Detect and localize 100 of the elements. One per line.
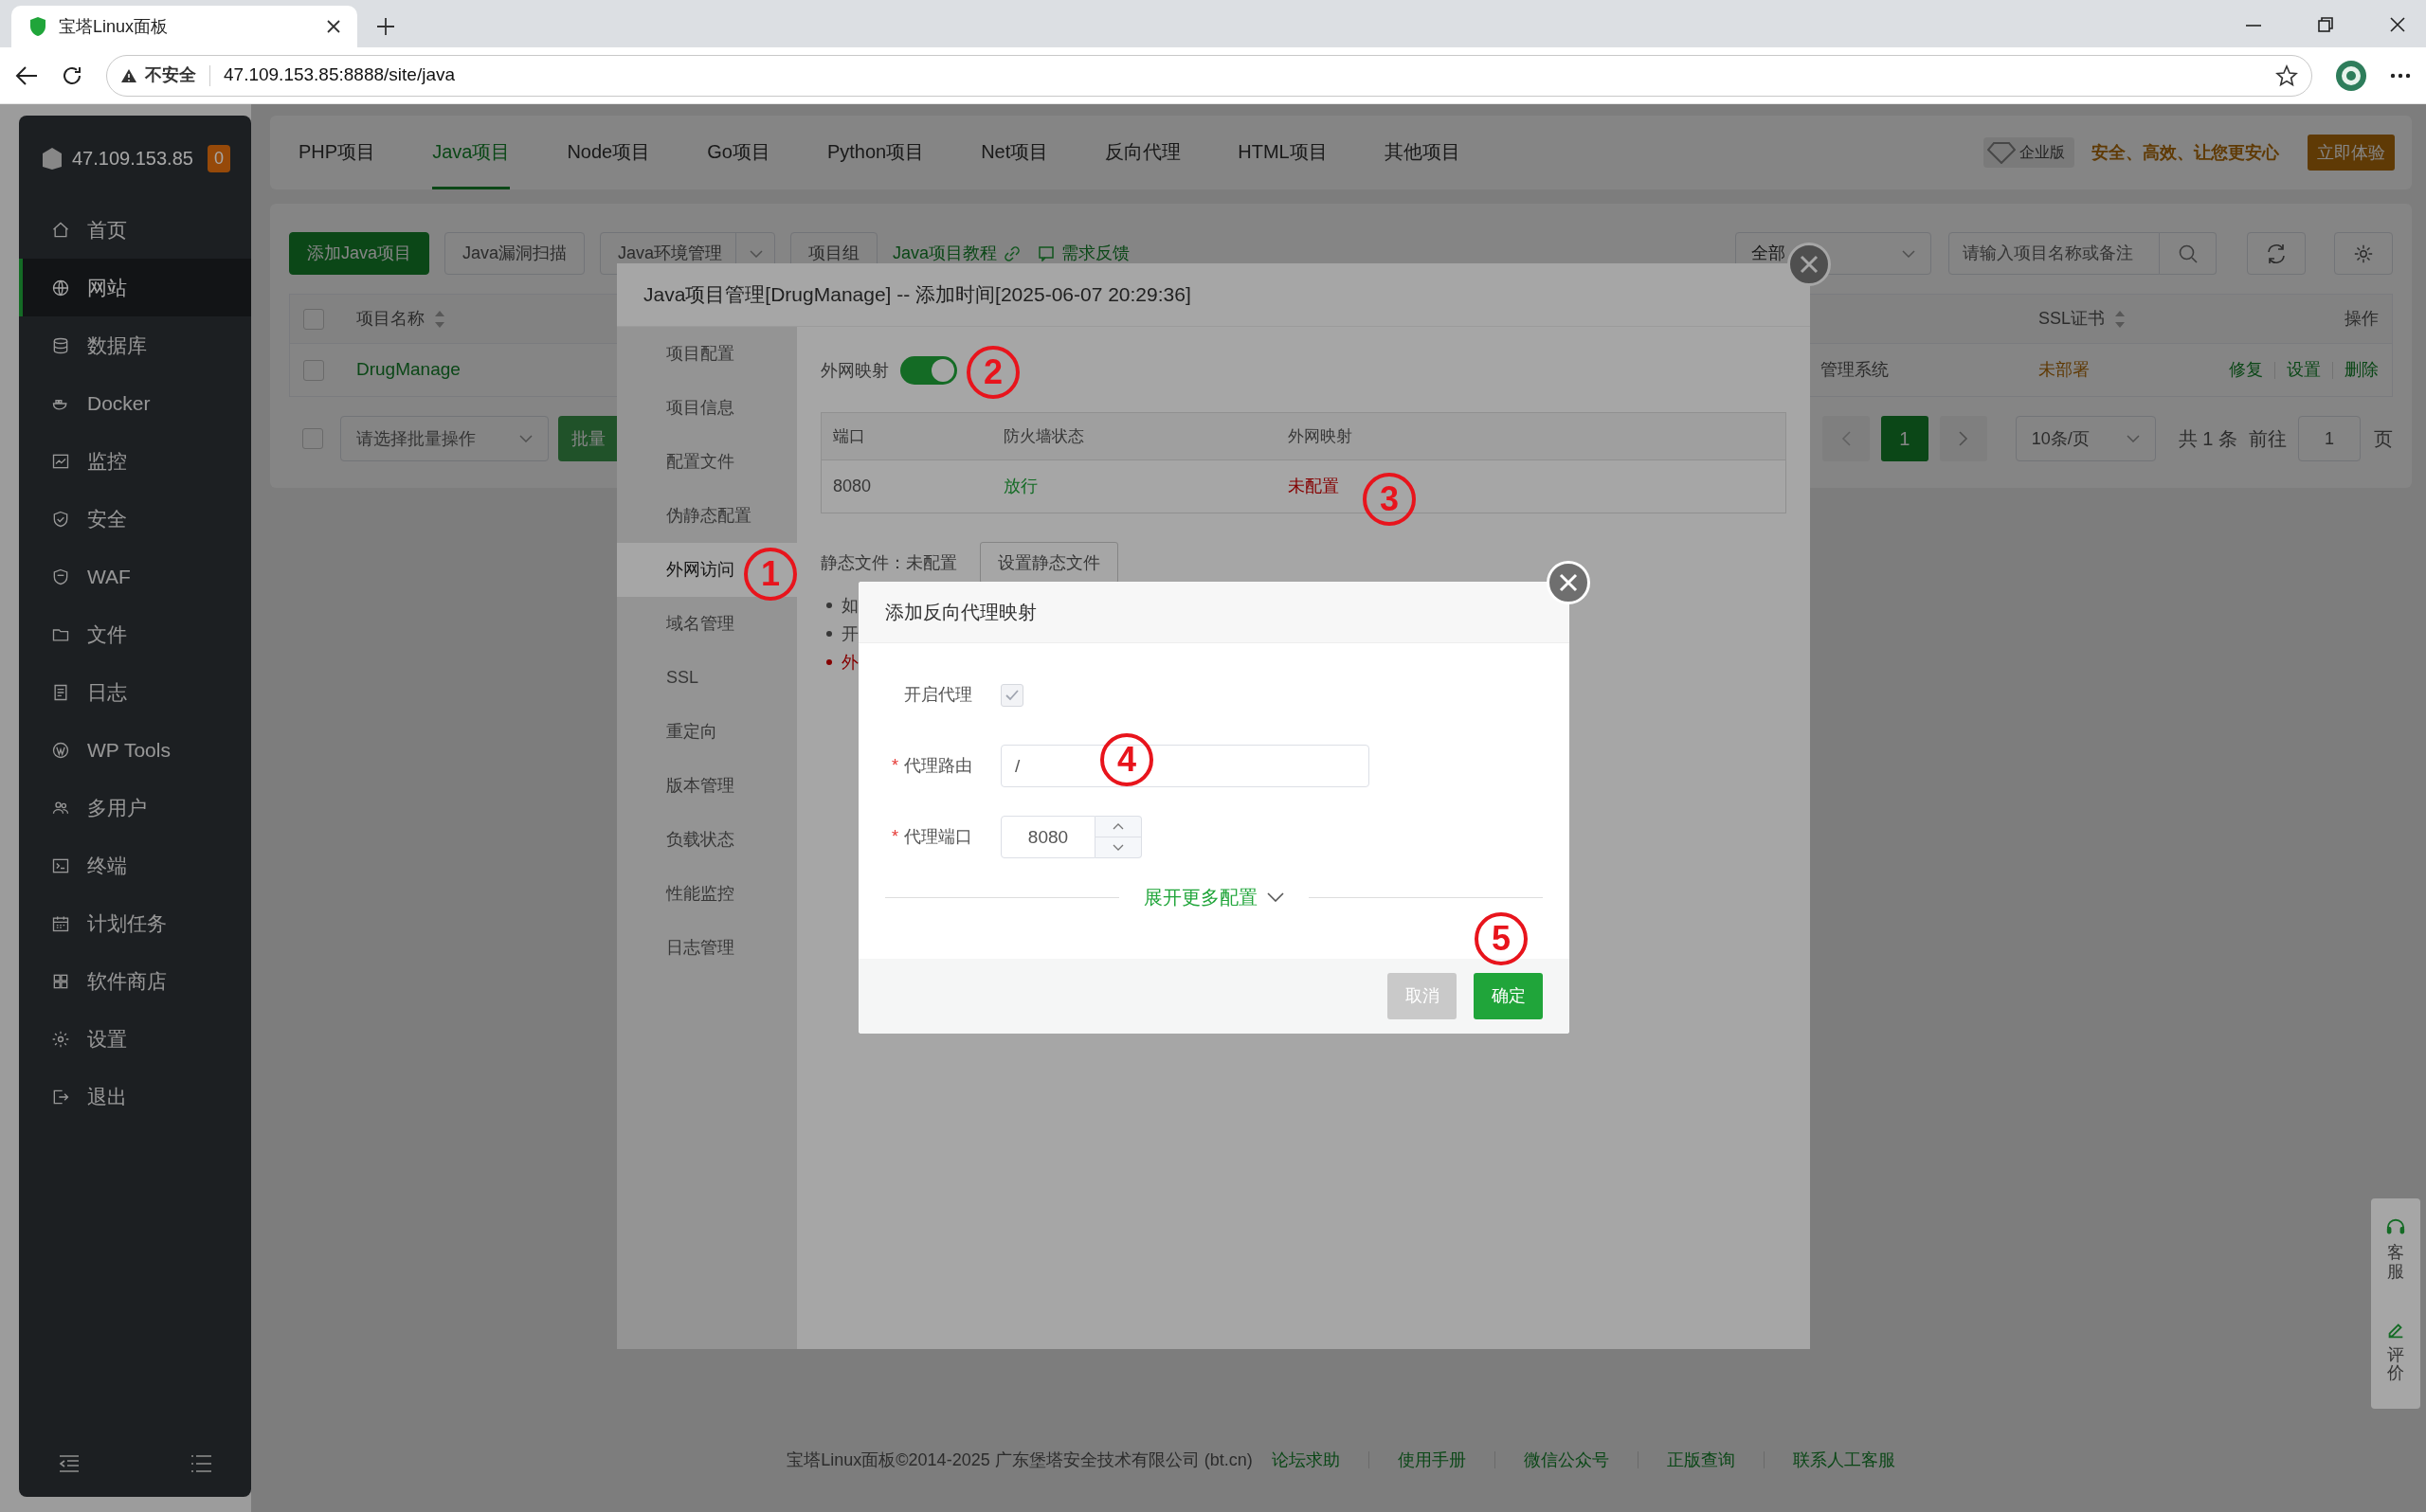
home-icon	[51, 220, 70, 240]
plus-icon[interactable]	[376, 17, 395, 36]
sort-icon[interactable]	[2114, 309, 2127, 329]
security-label: 不安全	[145, 64, 196, 86]
chevron-down-icon	[519, 435, 533, 442]
footer-link[interactable]: 论坛求助	[1271, 1447, 1340, 1473]
page-button[interactable]: 1	[1880, 416, 1928, 461]
page-label: 页	[2374, 427, 2393, 451]
refresh-icon	[2266, 243, 2287, 264]
footer-link[interactable]: 微信公众号	[1523, 1447, 1609, 1473]
step-marker: 2	[967, 346, 1020, 399]
chevron-down-icon[interactable]	[1113, 844, 1124, 851]
nav-tab[interactable]: Java项目	[432, 116, 511, 189]
chevron-left-icon	[1840, 431, 1851, 446]
nav-tab[interactable]: HTML项目	[1238, 116, 1328, 189]
sidebar-item[interactable]: WAF	[19, 548, 251, 605]
widget-label[interactable]: 评价	[2387, 1345, 2404, 1384]
static-files-label: 静态文件：未配置	[821, 551, 957, 574]
action-link[interactable]: 设置	[2287, 357, 2321, 383]
footer-link[interactable]: 使用手册	[1397, 1447, 1466, 1473]
dialog-title: 添加反向代理映射	[885, 601, 1037, 624]
nav-tab[interactable]: Node项目	[567, 116, 651, 189]
search-field[interactable]: 请输入项目名称或备注	[1948, 232, 2160, 275]
sidebar-item[interactable]: 计划任务	[19, 894, 251, 952]
required-mark: *	[892, 755, 898, 777]
batch-select[interactable]: 请选择批量操作	[340, 416, 549, 461]
column-header: SSL证书	[2038, 308, 2106, 330]
sidebar-item[interactable]: 软件商店	[19, 952, 251, 1010]
sidebar-item[interactable]: 安全	[19, 490, 251, 548]
confirm-button[interactable]: 确定	[1474, 973, 1543, 1019]
checkbox[interactable]	[303, 359, 324, 381]
avatar-icon[interactable]	[2335, 59, 2367, 92]
page-input[interactable]: 1	[2298, 416, 2361, 461]
link-icon	[1005, 245, 1021, 261]
nav-tab[interactable]: PHP项目	[299, 116, 376, 189]
sort-icon[interactable]	[434, 309, 445, 329]
zigzag-circle-icon	[51, 740, 70, 760]
more-icon[interactable]	[2390, 72, 2411, 79]
project-link[interactable]: DrugManage	[356, 359, 461, 380]
toolbar-link[interactable]: 需求反馈	[1039, 241, 1131, 266]
restore-icon[interactable]	[2318, 17, 2333, 32]
sidebar-item[interactable]: 退出	[19, 1068, 251, 1125]
sidebar-item[interactable]: 文件	[19, 605, 251, 663]
sidebar-item[interactable]: 日志	[19, 663, 251, 721]
sidebar-item[interactable]: 首页	[19, 201, 251, 259]
notification-badge[interactable]: 0	[208, 144, 230, 172]
page-size-select[interactable]: 10条/页	[2015, 416, 2156, 461]
footer-link[interactable]: 联系人工客服	[1792, 1447, 1895, 1473]
column-header: 外网映射	[1288, 425, 1353, 447]
footer-link[interactable]: 正版查询	[1666, 1447, 1735, 1473]
nav-tab[interactable]: Go项目	[707, 116, 770, 189]
checkbox[interactable]	[302, 428, 323, 449]
settings-icon	[51, 1029, 70, 1049]
close-icon	[1800, 255, 1819, 274]
star-icon[interactable]	[2275, 63, 2298, 87]
browser-tab[interactable]: 宝塔Linux面板	[11, 6, 357, 47]
action-link[interactable]: 删除	[2345, 357, 2379, 383]
collapse-icon[interactable]	[59, 1455, 80, 1472]
address-bar[interactable]: 不安全 47.109.153.85:8888/site/java	[106, 54, 2312, 97]
back-icon[interactable]	[15, 64, 38, 86]
sidebar-item[interactable]: WP Tools	[19, 721, 251, 779]
sidebar-item[interactable]: 终端	[19, 837, 251, 894]
sidebar-item[interactable]: 设置	[19, 1010, 251, 1068]
chevron-up-icon[interactable]	[1113, 823, 1124, 830]
column-header: 操作	[2345, 308, 2379, 330]
nav-tab[interactable]: 反向代理	[1105, 116, 1182, 189]
action-link[interactable]: 修复	[2229, 357, 2263, 383]
field-label: 代理路由	[904, 755, 972, 777]
widget-label[interactable]: 客服	[2387, 1244, 2404, 1282]
chat-icon	[1039, 245, 1055, 261]
toolbar-button[interactable]: Java漏洞扫描	[444, 232, 586, 275]
checkbox[interactable]	[303, 308, 324, 330]
table-cell-text: 8080	[833, 476, 873, 497]
nav-tab[interactable]: Python项目	[826, 116, 925, 189]
nav-tab[interactable]: Net项目	[981, 116, 1049, 189]
search-button[interactable]	[2160, 232, 2217, 275]
table-cell-text: 放行	[1004, 476, 1039, 497]
shield-icon	[28, 16, 47, 37]
tab-title: 宝塔Linux面板	[59, 15, 170, 38]
static-files-button[interactable]: 设置静态文件	[980, 542, 1118, 584]
refresh-button[interactable]	[2247, 232, 2306, 275]
toolbar-button[interactable]: 添加Java项目	[289, 232, 430, 275]
expand-more-link[interactable]: 展开更多配置	[1144, 883, 1284, 911]
sidebar-item[interactable]: 网站	[19, 259, 251, 316]
column-header: 端口	[833, 425, 866, 447]
close-icon[interactable]	[2390, 17, 2405, 32]
column-header: 项目名称	[356, 308, 425, 330]
toolbar-link[interactable]: Java项目教程	[893, 241, 1021, 266]
checkbox[interactable]	[1001, 683, 1023, 707]
trial-button[interactable]: 立即体验	[2308, 135, 2395, 171]
sidebar-item[interactable]: 多用户	[19, 779, 251, 837]
close-icon[interactable]	[327, 20, 340, 33]
list-icon[interactable]	[190, 1455, 211, 1472]
number-field[interactable]: 8080	[1001, 816, 1095, 858]
mapping-toggle[interactable]	[900, 356, 957, 385]
sidebar-item[interactable]: 监控	[19, 432, 251, 490]
sidebar-item[interactable]: Docker	[19, 374, 251, 432]
nav-tab[interactable]: 其他项目	[1384, 116, 1460, 189]
sidebar-item[interactable]: 数据库	[19, 316, 251, 374]
settings-button[interactable]	[2334, 232, 2393, 275]
